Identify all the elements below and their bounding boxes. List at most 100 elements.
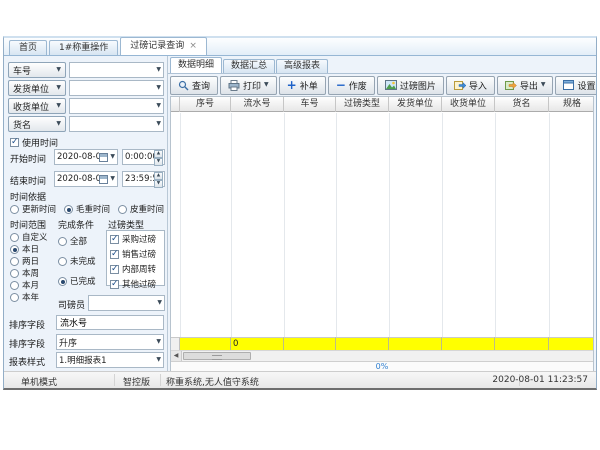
status-bar: 单机模式 智控版 称重系统,无人值守系统 2020-08-01 11:23:57 — [4, 371, 596, 388]
radio-finished[interactable]: 已完成 — [58, 275, 96, 287]
radio-custom[interactable]: 自定义 — [10, 231, 48, 243]
radio-icon — [58, 237, 67, 246]
tab-strip-border — [168, 73, 596, 74]
plus-icon: + — [287, 80, 297, 90]
field-selector-label: 货名 — [13, 118, 31, 131]
radio-label: 本月 — [22, 279, 39, 291]
tab-data-summary[interactable]: 数据汇总 — [223, 59, 275, 73]
report-style-combo[interactable]: 1.明细报表1▼ — [56, 352, 164, 368]
settings-button[interactable]: 设置 — [555, 76, 596, 95]
weigh-photos-label: 过磅图片 — [400, 79, 436, 92]
tab-home[interactable]: 首页 — [9, 40, 47, 55]
radio-label: 本年 — [22, 291, 39, 303]
query-button[interactable]: 查询 — [170, 76, 218, 95]
radio-icon — [10, 205, 19, 214]
field-selector-label: 车号 — [13, 64, 31, 77]
column-header[interactable]: 发货单位 — [389, 97, 442, 112]
column-header[interactable]: 序号 — [180, 97, 231, 112]
radio-update-time[interactable]: 更新时间 — [10, 203, 56, 215]
column-header[interactable]: 货名 — [495, 97, 549, 112]
radio-tare-time[interactable]: 皮重时间 — [118, 203, 164, 215]
radio-label: 自定义 — [22, 231, 48, 243]
summary-count-cell: 0 — [231, 337, 284, 350]
row-indicator-header — [171, 97, 180, 112]
checkbox-sale[interactable]: 销售过磅 — [110, 248, 161, 260]
checkbox-internal[interactable]: 内部周转 — [110, 263, 161, 275]
chevron-down-icon: ▼ — [56, 103, 61, 109]
sort-field-input[interactable] — [56, 315, 164, 330]
supplement-button[interactable]: + 补单 — [279, 76, 326, 95]
column-header[interactable]: 车号 — [284, 97, 336, 112]
column-header[interactable]: 流水号 — [231, 97, 284, 112]
sort-field-label: 排序字段 — [9, 318, 45, 331]
spinner-icon[interactable]: ▲▼ — [154, 172, 163, 186]
start-date-value: 2020-08-01 — [57, 152, 99, 162]
status-datetime: 2020-08-01 11:23:57 — [492, 375, 588, 385]
radio-all[interactable]: 全部 — [58, 235, 87, 247]
end-date-picker[interactable]: 2020-08-01 ▼ — [54, 171, 118, 187]
end-time-spinner[interactable]: 23:59:59 ▲▼ — [122, 171, 165, 187]
status-divider — [114, 374, 115, 386]
checkbox-other[interactable]: 其他过磅 — [110, 278, 161, 290]
field-selector-receiver[interactable]: 收货单位▼ — [8, 98, 66, 114]
radio-label: 皮重时间 — [130, 203, 164, 215]
sort-order-combo[interactable]: 升序▼ — [56, 334, 164, 350]
field-selector-vehicle[interactable]: 车号▼ — [8, 62, 66, 78]
start-date-picker[interactable]: 2020-08-01 ▼ — [54, 149, 118, 165]
tab-advanced-report[interactable]: 高级报表 — [276, 59, 328, 73]
checkbox-checked-icon — [110, 235, 119, 244]
tab-data-detail[interactable]: 数据明细 — [170, 57, 222, 73]
grid-body[interactable] — [171, 113, 593, 337]
start-time-spinner[interactable]: 0:00:00 ▲▼ — [122, 149, 165, 165]
print-button[interactable]: 打印 ▼ — [220, 76, 277, 95]
column-header[interactable]: 收货单位 — [442, 97, 495, 112]
status-mode: 单机模式 — [21, 375, 57, 388]
import-button[interactable]: 导入 — [446, 76, 495, 95]
radio-two-days[interactable]: 两日 — [10, 255, 39, 267]
column-header[interactable]: 过磅类型 — [336, 97, 389, 112]
goods-combo[interactable]: ▼ — [69, 116, 164, 132]
checkbox-label: 采购过磅 — [122, 233, 156, 245]
checkbox-checked-icon — [110, 250, 119, 259]
radio-this-year[interactable]: 本年 — [10, 291, 39, 303]
column-header[interactable]: 规格 — [549, 97, 594, 112]
radio-icon — [10, 233, 19, 242]
vehicle-combo[interactable]: ▼ — [69, 62, 164, 78]
use-time-checkbox[interactable]: 使用时间 — [10, 136, 58, 149]
field-selector-shipper[interactable]: 发货单位▼ — [8, 80, 66, 96]
time-basis-label: 时间依据 — [10, 190, 46, 203]
radio-this-week[interactable]: 本周 — [10, 267, 39, 279]
radio-unfinished[interactable]: 未完成 — [58, 255, 96, 267]
tab-weighing-operation[interactable]: 1#称重操作 — [49, 40, 118, 55]
weigher-combo[interactable]: ▼ — [88, 295, 165, 311]
weigh-photos-button[interactable]: 过磅图片 — [377, 76, 444, 95]
chevron-down-icon: ▼ — [56, 121, 61, 127]
close-icon[interactable]: × — [189, 41, 197, 51]
summary-indicator-cell — [171, 337, 180, 350]
horizontal-scrollbar[interactable]: ◀ — [171, 350, 593, 361]
spinner-icon[interactable]: ▲▼ — [154, 150, 163, 164]
radio-gross-time[interactable]: 毛重时间 — [64, 203, 110, 215]
checkbox-label: 内部周转 — [122, 263, 156, 275]
scroll-left-arrow-icon[interactable]: ◀ — [171, 351, 182, 361]
receiver-combo[interactable]: ▼ — [69, 98, 164, 114]
combo-value: 1.明细报表1 — [59, 354, 156, 366]
summary-cell — [180, 337, 231, 350]
settings-window-icon — [563, 80, 574, 90]
checkbox-label: 其他过磅 — [122, 278, 156, 290]
export-button[interactable]: 导出 ▼ — [497, 76, 554, 95]
scrollbar-thumb[interactable] — [183, 352, 251, 360]
chevron-down-icon: ▼ — [110, 176, 115, 182]
checkbox-purchase[interactable]: 采购过磅 — [110, 233, 161, 245]
radio-today[interactable]: 本日 — [10, 243, 39, 255]
toolbar: 查询 打印 ▼ + 补单 − 作废 过磅图片 导入 — [170, 75, 595, 95]
field-selector-goods[interactable]: 货名 ▼ — [8, 116, 66, 132]
tab-record-query[interactable]: 过磅记录查询× — [120, 37, 207, 55]
radio-this-month[interactable]: 本月 — [10, 279, 39, 291]
shipper-combo[interactable]: ▼ — [69, 80, 164, 96]
void-button[interactable]: − 作废 — [328, 76, 375, 95]
checkbox-checked-icon — [10, 138, 19, 147]
chevron-down-icon: ▼ — [156, 339, 161, 345]
chevron-down-icon: ▼ — [56, 85, 61, 91]
radio-icon — [10, 281, 19, 290]
